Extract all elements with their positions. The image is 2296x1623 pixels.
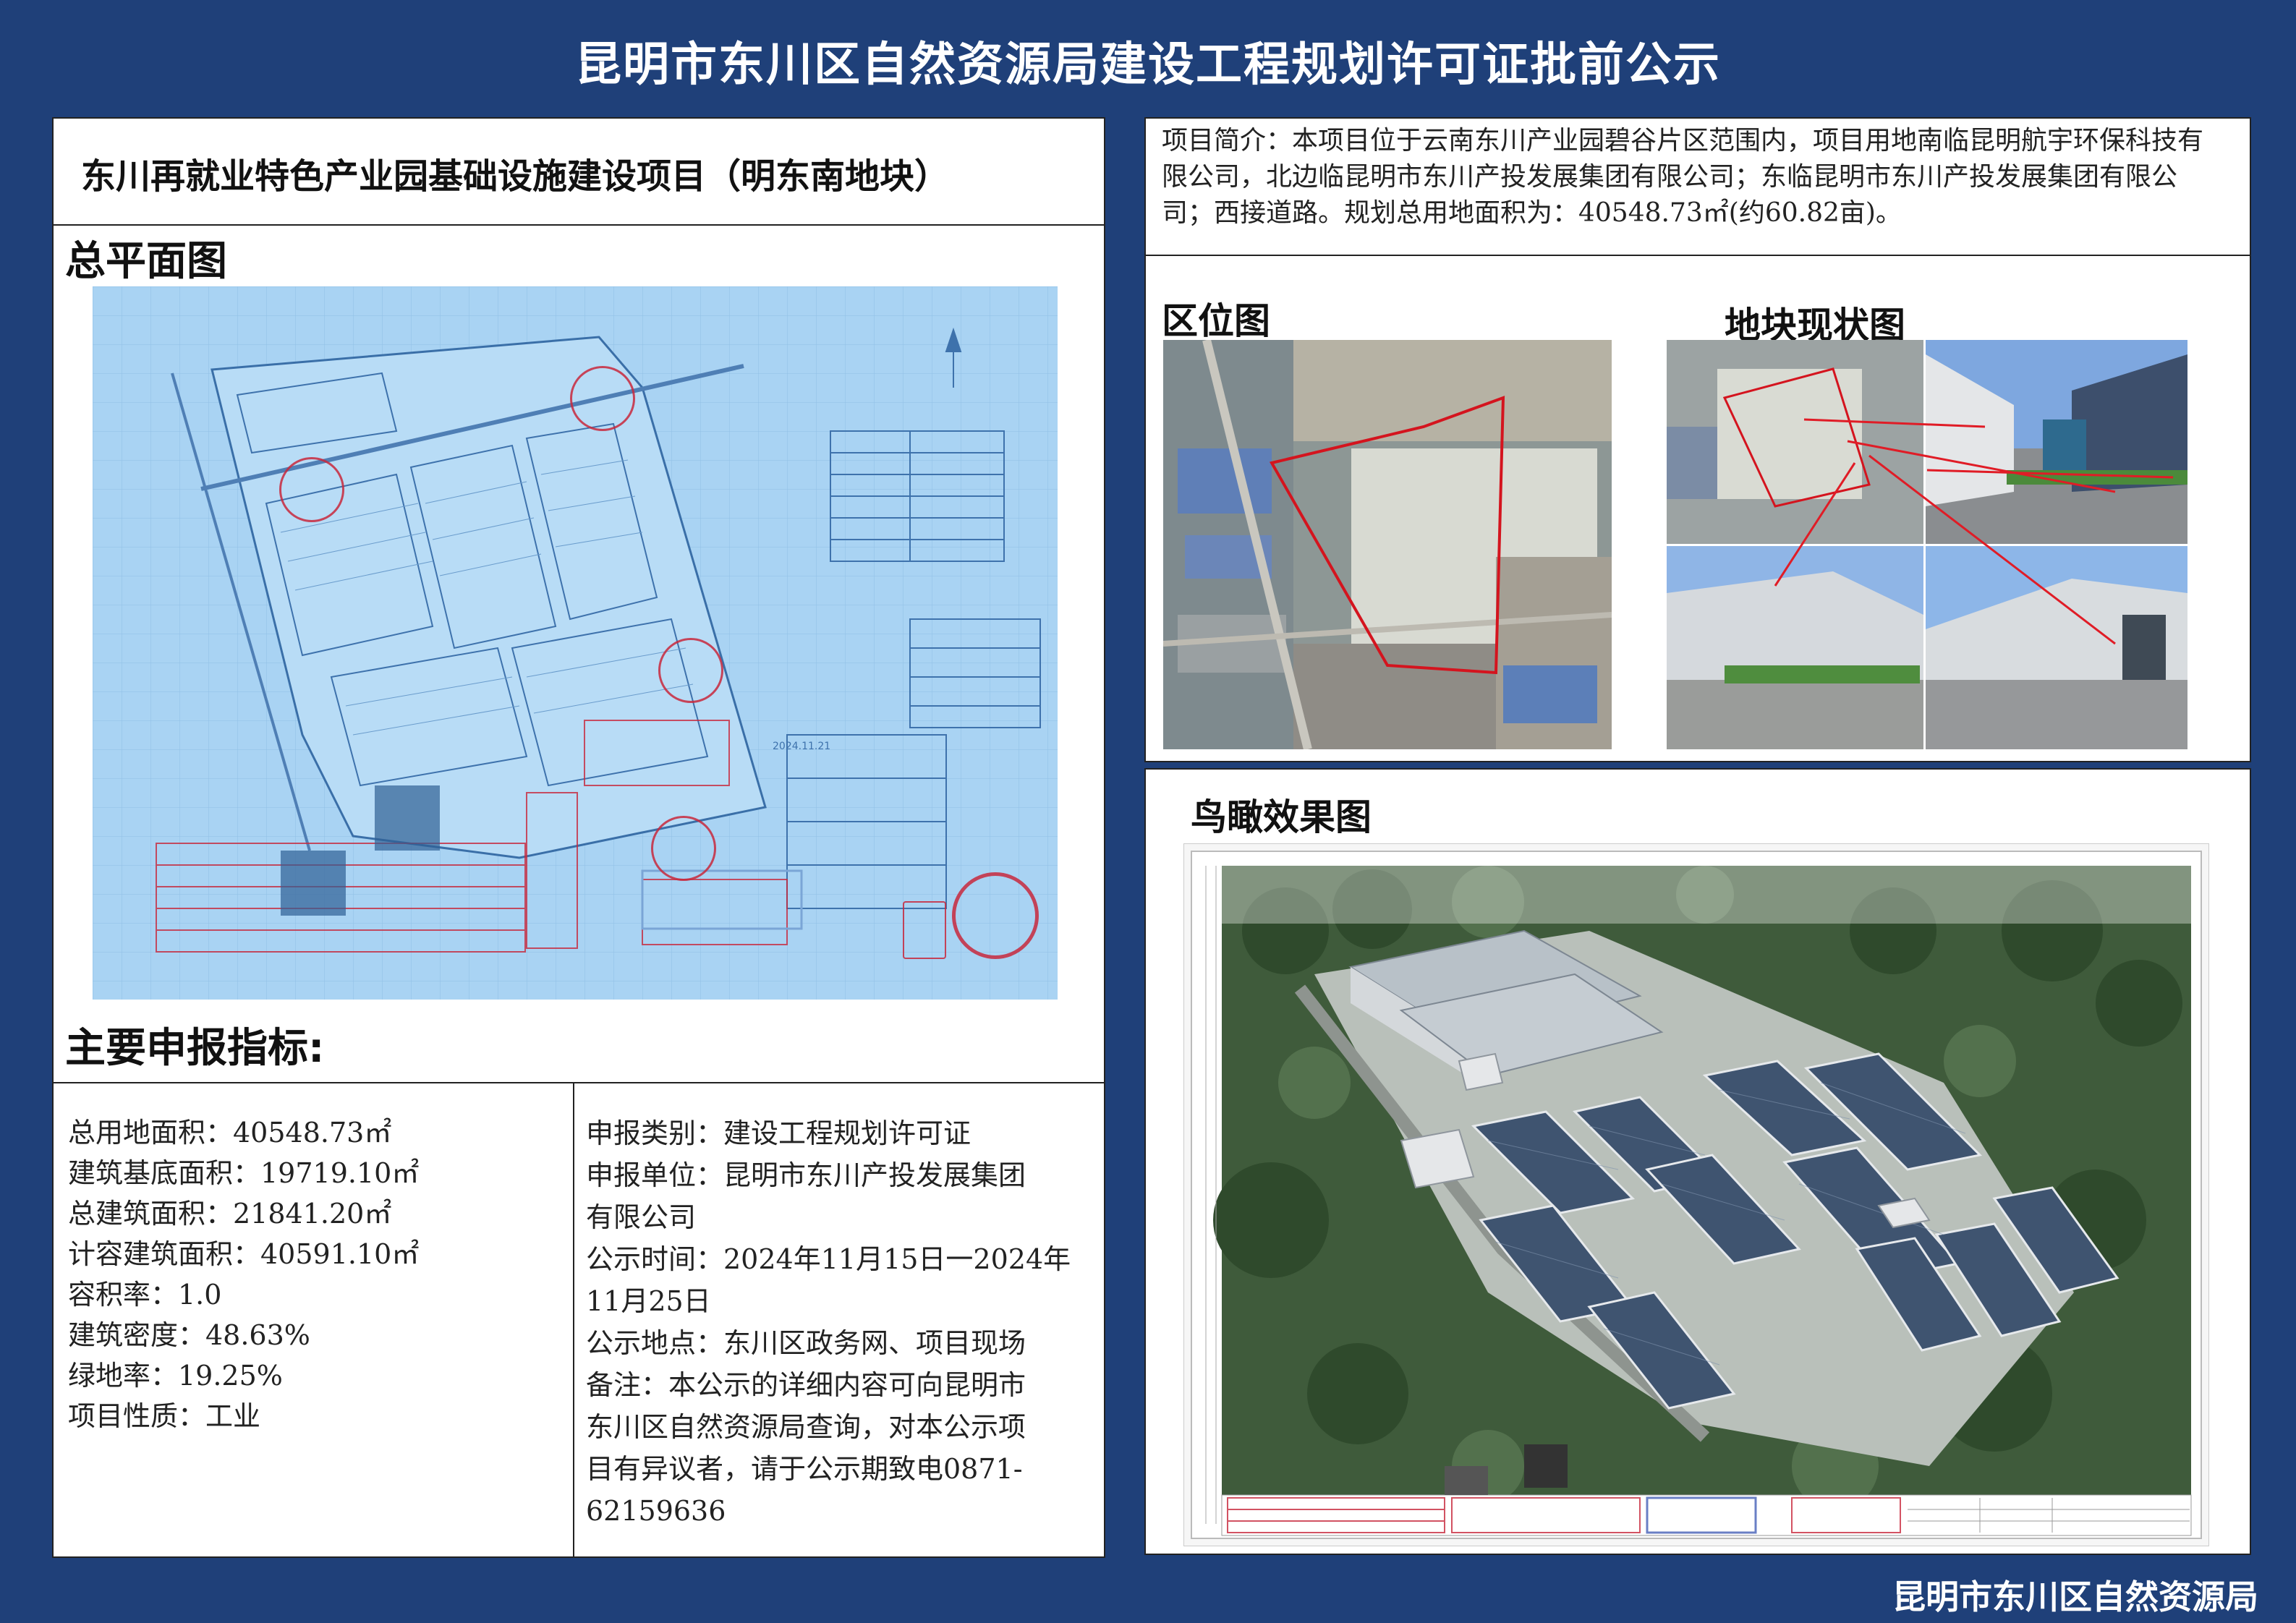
- application-line: 公示地点：东川区政务网、项目现场: [586, 1327, 1026, 1359]
- indicator-item: 总建筑面积：21841.20㎡: [68, 1198, 392, 1230]
- project-intro: 项目简介：本项目位于云南东川产业园碧谷片区范围内，项目用地南临昆明航宇环保科技有…: [1162, 126, 2204, 228]
- application-line: 备注：本公示的详细内容可向昆明市: [586, 1369, 1026, 1401]
- indicator-item: 建筑基底面积：19719.10㎡: [68, 1157, 420, 1189]
- project-title: 东川再就业特色产业园基础设施建设项目（明东南地块）: [81, 156, 950, 197]
- drawing-date: 2024.11.21: [773, 741, 830, 752]
- site-plan-image: 2024.11.21: [93, 286, 1058, 1000]
- application-line: 目有异议者，请于公示期致电0871-: [586, 1453, 1023, 1485]
- stamp: [279, 457, 344, 522]
- divider: [54, 224, 1104, 226]
- application-line: 申报类别：建设工程规划许可证: [586, 1117, 971, 1149]
- left-panel: 东川再就业特色产业园基础设施建设项目（明东南地块） 总平面图 2024.11.2…: [52, 117, 1105, 1558]
- application-line: 公示时间：2024年11月15日一2024年: [586, 1243, 1071, 1275]
- aerial-heading: 鸟瞰效果图: [1191, 796, 1372, 838]
- application-line: 11月25日: [586, 1285, 711, 1317]
- application-line: 有限公司: [586, 1201, 697, 1233]
- intro-panel: 项目简介：本项目位于云南东川产业园碧谷片区范围内，项目用地南临昆明航宇环保科技有…: [1144, 117, 2251, 256]
- indicator-item: 总用地面积：40548.73㎡: [68, 1117, 392, 1149]
- stamp: [651, 816, 716, 881]
- aerial-rendering-image: [1183, 843, 2209, 1546]
- stamp: [658, 638, 723, 703]
- indicator-item: 计容建筑面积：40591.10㎡: [68, 1238, 420, 1270]
- maps-panel: 区位图 地块现状图: [1144, 256, 2251, 762]
- indicators-heading: 主要申报指标:: [65, 1025, 325, 1072]
- application-line: 东川区自然资源局查询，对本公示项: [586, 1411, 1026, 1443]
- site-status-image: [1667, 340, 2187, 749]
- official-seal: [952, 872, 1039, 959]
- stamp: [570, 366, 635, 431]
- indicator-item: 容积率：1.0: [68, 1279, 222, 1311]
- seal-box: [903, 901, 946, 959]
- footer-org: 昆明市东川区自然资源局: [1892, 1577, 2258, 1616]
- page-title: 昆明市东川区自然资源局建设工程规划许可证批前公示: [575, 38, 1721, 92]
- indicator-item: 建筑密度：48.63%: [68, 1319, 310, 1351]
- aerial-panel: 鸟瞰效果图: [1144, 768, 2251, 1555]
- location-map-image: [1163, 340, 1612, 749]
- divider: [54, 1082, 1104, 1083]
- application-info: 申报类别：建设工程规划许可证 申报单位：昆明市东川产投发展集团 有限公司 公示时…: [586, 1112, 1071, 1532]
- site-plan-heading: 总平面图: [65, 238, 227, 285]
- column-divider: [573, 1082, 574, 1556]
- indicator-list: 总用地面积：40548.73㎡ 建筑基底面积：19719.10㎡ 总建筑面积：2…: [68, 1112, 419, 1436]
- indicator-item: 绿地率：19.25%: [68, 1360, 283, 1392]
- application-line: 申报单位：昆明市东川产投发展集团: [586, 1159, 1026, 1191]
- location-map-heading: 区位图: [1162, 300, 1270, 342]
- application-line: 62159636: [586, 1495, 726, 1527]
- indicator-item: 项目性质：工业: [68, 1400, 261, 1432]
